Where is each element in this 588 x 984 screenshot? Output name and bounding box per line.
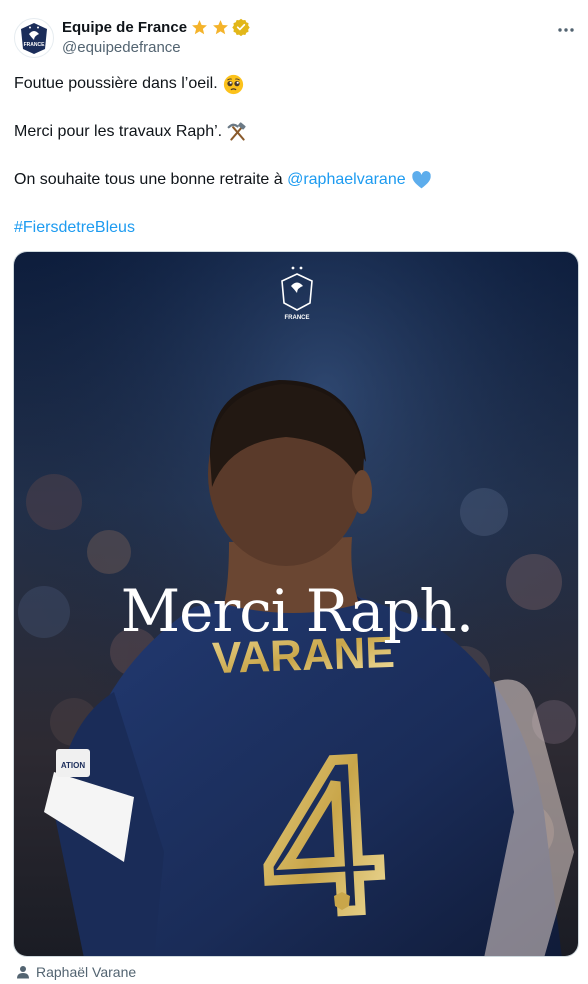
more-options-icon[interactable] <box>554 18 578 42</box>
tweet-line-text: Foutue poussière dans l’oeil. <box>14 75 218 92</box>
media-headline: Merci Raph. <box>120 577 474 645</box>
hashtag-link[interactable]: #FiersdetreBleus <box>14 216 135 240</box>
avatar-text: FRANCE <box>24 42 45 48</box>
tweet-line-text: Merci pour les travaux Raph’. <box>14 123 223 140</box>
avatar[interactable]: FRANCE <box>14 18 54 58</box>
star-icon <box>192 19 207 34</box>
jersey-number: 4 <box>256 710 391 957</box>
display-name[interactable]: Equipe de France <box>62 19 187 36</box>
fff-crest-icon: FRANCE <box>21 23 47 54</box>
tweet-header: FRANCE Equipe de France @equipedefrance <box>14 14 580 58</box>
media-logo-text: FRANCE <box>285 315 310 321</box>
person-icon <box>17 966 29 979</box>
tagged-person[interactable]: Raphaël Varane <box>16 961 136 983</box>
account-names: Equipe de France @equipedefrance <box>62 16 250 56</box>
tweet-line: Foutue poussière dans l’oeil. <box>14 72 574 96</box>
blue-heart-emoji <box>411 170 431 188</box>
star-icon <box>213 19 228 34</box>
tweet-line: #FiersdetreBleus <box>14 216 574 240</box>
armband-text: ATION <box>61 761 86 770</box>
verified-icon[interactable] <box>232 18 250 36</box>
tweet-line-text: On souhaite tous une bonne retraite à <box>14 171 288 188</box>
tweet-line: Merci pour les travaux Raph’. <box>14 120 574 144</box>
tweet-media-image[interactable]: FRANCE ATION VARANE 4 Merci Raph. <box>13 251 579 957</box>
tweet-line: On souhaite tous une bonne retraite à @r… <box>14 168 574 192</box>
pleading-face-emoji <box>223 74 243 94</box>
account-handle[interactable]: @equipedefrance <box>62 39 250 56</box>
tagged-person-name: Raphaël Varane <box>36 964 137 980</box>
mention-link[interactable]: @raphaelvarane <box>287 168 406 192</box>
hammer-and-pick-emoji <box>227 121 246 141</box>
tweet-text: Foutue poussière dans l’oeil. Merci pour… <box>14 72 574 240</box>
